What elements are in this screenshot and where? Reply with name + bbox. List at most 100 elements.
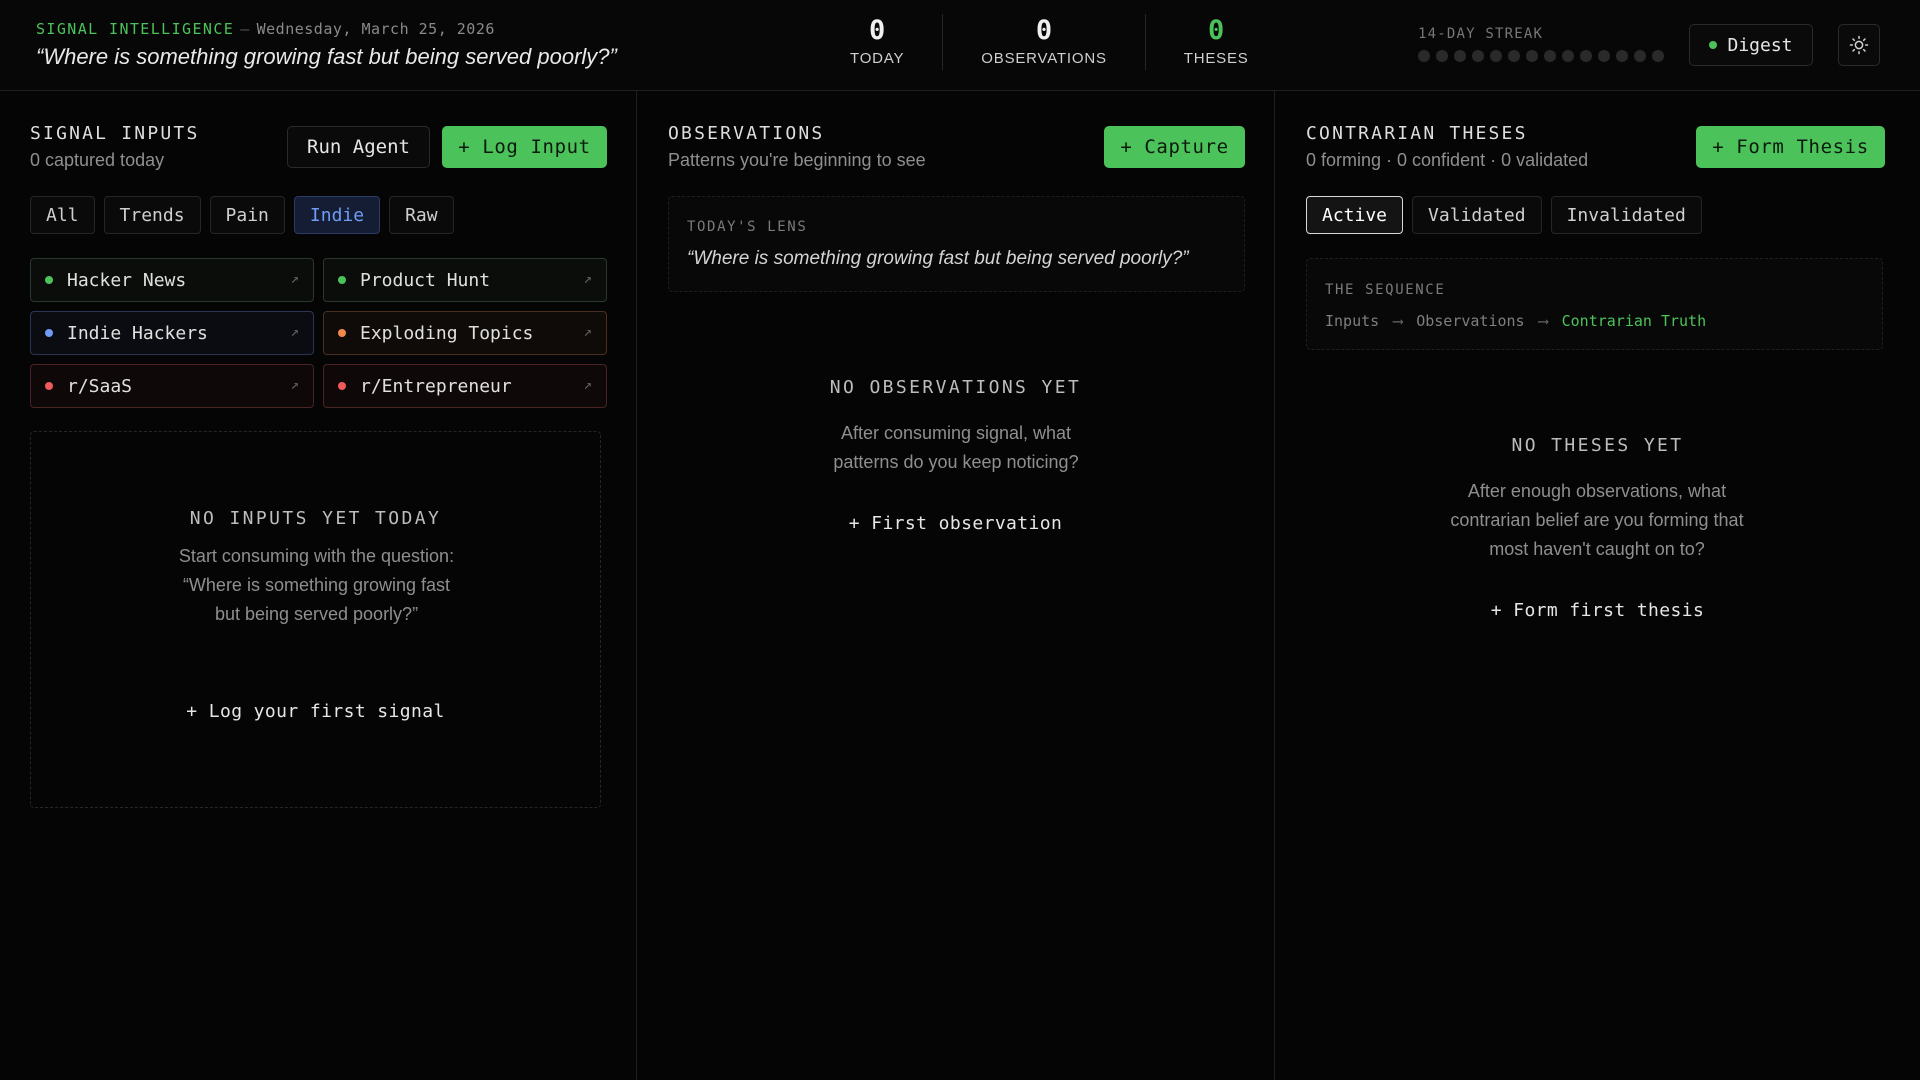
stat-observations-value: 0 — [1035, 15, 1053, 46]
sequence-flow: Inputs ⟶ Observations ⟶ Contrarian Truth — [1325, 312, 1706, 330]
source-label: Product Hunt — [360, 269, 491, 291]
source-status-dot-icon — [338, 329, 346, 337]
sequence-label: THE SEQUENCE — [1325, 282, 1446, 298]
stats-bar: 0 TODAY 0 OBSERVATIONS 0 THESES — [812, 14, 1287, 70]
source-label: r/Entrepreneur — [360, 375, 512, 397]
observations-panel: OBSERVATIONS Patterns you're beginning t… — [637, 91, 1275, 1080]
external-link-icon: ↗ — [290, 271, 299, 287]
thesis-status-tabs: Active Validated Invalidated — [1306, 196, 1702, 234]
observations-empty-text: After consuming signal, what patterns do… — [833, 423, 1079, 472]
streak-day-dot — [1616, 50, 1628, 62]
lens-label: TODAY'S LENS — [687, 219, 808, 235]
streak-day-dot — [1544, 50, 1556, 62]
source-r-saas[interactable]: r/SaaS ↗ — [30, 364, 314, 408]
external-link-icon: ↗ — [290, 377, 299, 393]
source-status-dot-icon — [45, 329, 53, 337]
streak-day-dot — [1652, 50, 1664, 62]
external-link-icon: ↗ — [583, 324, 592, 340]
streak-label: 14-DAY STREAK — [1418, 26, 1544, 42]
theses-subtitle: 0 forming · 0 confident · 0 validated — [1306, 150, 1589, 170]
stat-theses: 0 THESES — [1144, 14, 1287, 70]
streak-day-dot — [1508, 50, 1520, 62]
streak-tracker: 14-DAY STREAK — [1418, 26, 1664, 62]
capture-button[interactable]: + Capture — [1104, 126, 1245, 168]
tab-invalidated[interactable]: Invalidated — [1550, 196, 1702, 234]
signal-inputs-title: SIGNAL INPUTS — [30, 123, 200, 144]
filter-all[interactable]: All — [30, 196, 95, 234]
source-exploding-topics[interactable]: Exploding Topics ↗ — [323, 311, 607, 355]
inputs-empty-text: Start consuming with the question: “Wher… — [178, 546, 455, 624]
filter-raw[interactable]: Raw — [389, 196, 454, 234]
digest-button[interactable]: Digest — [1689, 24, 1813, 66]
streak-dots — [1418, 50, 1664, 62]
arrow-right-icon: ⟶ — [1393, 312, 1403, 330]
source-label: r/SaaS — [67, 375, 133, 397]
external-link-icon: ↗ — [583, 271, 592, 287]
header-date: Wednesday, March 25, 2026 — [256, 20, 495, 38]
form-first-thesis-link[interactable]: + Form first thesis — [1275, 600, 1920, 621]
source-indie-hackers[interactable]: Indie Hackers ↗ — [30, 311, 314, 355]
streak-day-dot — [1562, 50, 1574, 62]
theme-toggle-button[interactable] — [1838, 24, 1880, 66]
observations-subtitle: Patterns you're beginning to see — [668, 150, 926, 170]
source-label: Hacker News — [67, 269, 187, 291]
streak-day-dot — [1526, 50, 1538, 62]
sequence-step-observations: Observations — [1416, 312, 1525, 330]
filter-trends[interactable]: Trends — [103, 196, 201, 234]
source-status-dot-icon — [338, 382, 346, 390]
source-label: Exploding Topics — [360, 322, 534, 344]
input-filter-tabs: All Trends Pain Indie Raw — [30, 196, 454, 234]
source-status-dot-icon — [45, 382, 53, 390]
source-r-entrepreneur[interactable]: r/Entrepreneur ↗ — [323, 364, 607, 408]
external-link-icon: ↗ — [583, 377, 592, 393]
arrow-right-icon: ⟶ — [1538, 312, 1548, 330]
top-header: SIGNAL INTELLIGENCE — Wednesday, March 25,… — [0, 0, 1920, 91]
stat-observations-label: OBSERVATIONS — [981, 50, 1107, 67]
filter-indie[interactable]: Indie — [293, 196, 381, 234]
stat-theses-value: 0 — [1208, 15, 1225, 46]
external-link-icon: ↗ — [290, 324, 299, 340]
filter-pain[interactable]: Pain — [209, 196, 285, 234]
streak-day-dot — [1580, 50, 1592, 62]
stat-today-value: 0 — [869, 15, 886, 46]
source-status-dot-icon — [45, 276, 53, 284]
source-product-hunt[interactable]: Product Hunt ↗ — [323, 258, 607, 302]
streak-day-dot — [1634, 50, 1646, 62]
sun-icon — [1849, 35, 1869, 55]
theses-empty-title: NO THESES YET — [1511, 435, 1684, 456]
stat-today-label: TODAY — [850, 50, 905, 67]
source-links-grid: Hacker News ↗ Product Hunt ↗ Indie Hacke… — [30, 258, 607, 408]
observations-title: OBSERVATIONS — [668, 123, 825, 144]
first-observation-link[interactable]: + First observation — [637, 513, 1274, 534]
sequence-step-contrarian-truth: Contrarian Truth — [1561, 312, 1707, 330]
log-input-button[interactable]: + Log Input — [442, 126, 607, 168]
streak-day-dot — [1436, 50, 1448, 62]
source-status-dot-icon — [338, 276, 346, 284]
stat-theses-label: THESES — [1183, 50, 1249, 67]
streak-day-dot — [1454, 50, 1466, 62]
tab-active[interactable]: Active — [1306, 196, 1404, 234]
signal-inputs-panel: SIGNAL INPUTS 0 captured today Run Agent… — [0, 91, 637, 1080]
todays-lens-card: TODAY'S LENS “Where is something growing… — [668, 196, 1245, 292]
streak-day-dot — [1418, 50, 1430, 62]
source-label: Indie Hackers — [67, 322, 208, 344]
brand-name: SIGNAL INTELLIGENCE — [36, 20, 235, 38]
streak-day-dot — [1598, 50, 1610, 62]
tab-validated[interactable]: Validated — [1412, 196, 1542, 234]
theses-empty-text: After enough observations, what contrari… — [1450, 481, 1744, 559]
brand-separator: — — [240, 20, 251, 38]
form-thesis-button[interactable]: + Form Thesis — [1696, 126, 1885, 168]
run-agent-button[interactable]: Run Agent — [287, 126, 430, 168]
sequence-step-inputs: Inputs — [1325, 312, 1380, 330]
brand-line: SIGNAL INTELLIGENCE — Wednesday, March 25,… — [36, 20, 495, 38]
status-dot-icon — [1709, 41, 1718, 49]
observations-empty-title: NO OBSERVATIONS YET — [829, 377, 1082, 398]
stat-today: 0 TODAY — [812, 14, 942, 70]
sequence-card: THE SEQUENCE Inputs ⟶ Observations ⟶ Con… — [1306, 258, 1883, 350]
log-first-signal-link[interactable]: + Log your first signal — [31, 701, 600, 722]
source-hacker-news[interactable]: Hacker News ↗ — [30, 258, 314, 302]
header-question: “Where is something growing fast but bei… — [36, 44, 617, 69]
inputs-empty-title: NO INPUTS YET TODAY — [189, 508, 442, 529]
signal-inputs-subtitle: 0 captured today — [30, 150, 165, 170]
streak-day-dot — [1472, 50, 1484, 62]
